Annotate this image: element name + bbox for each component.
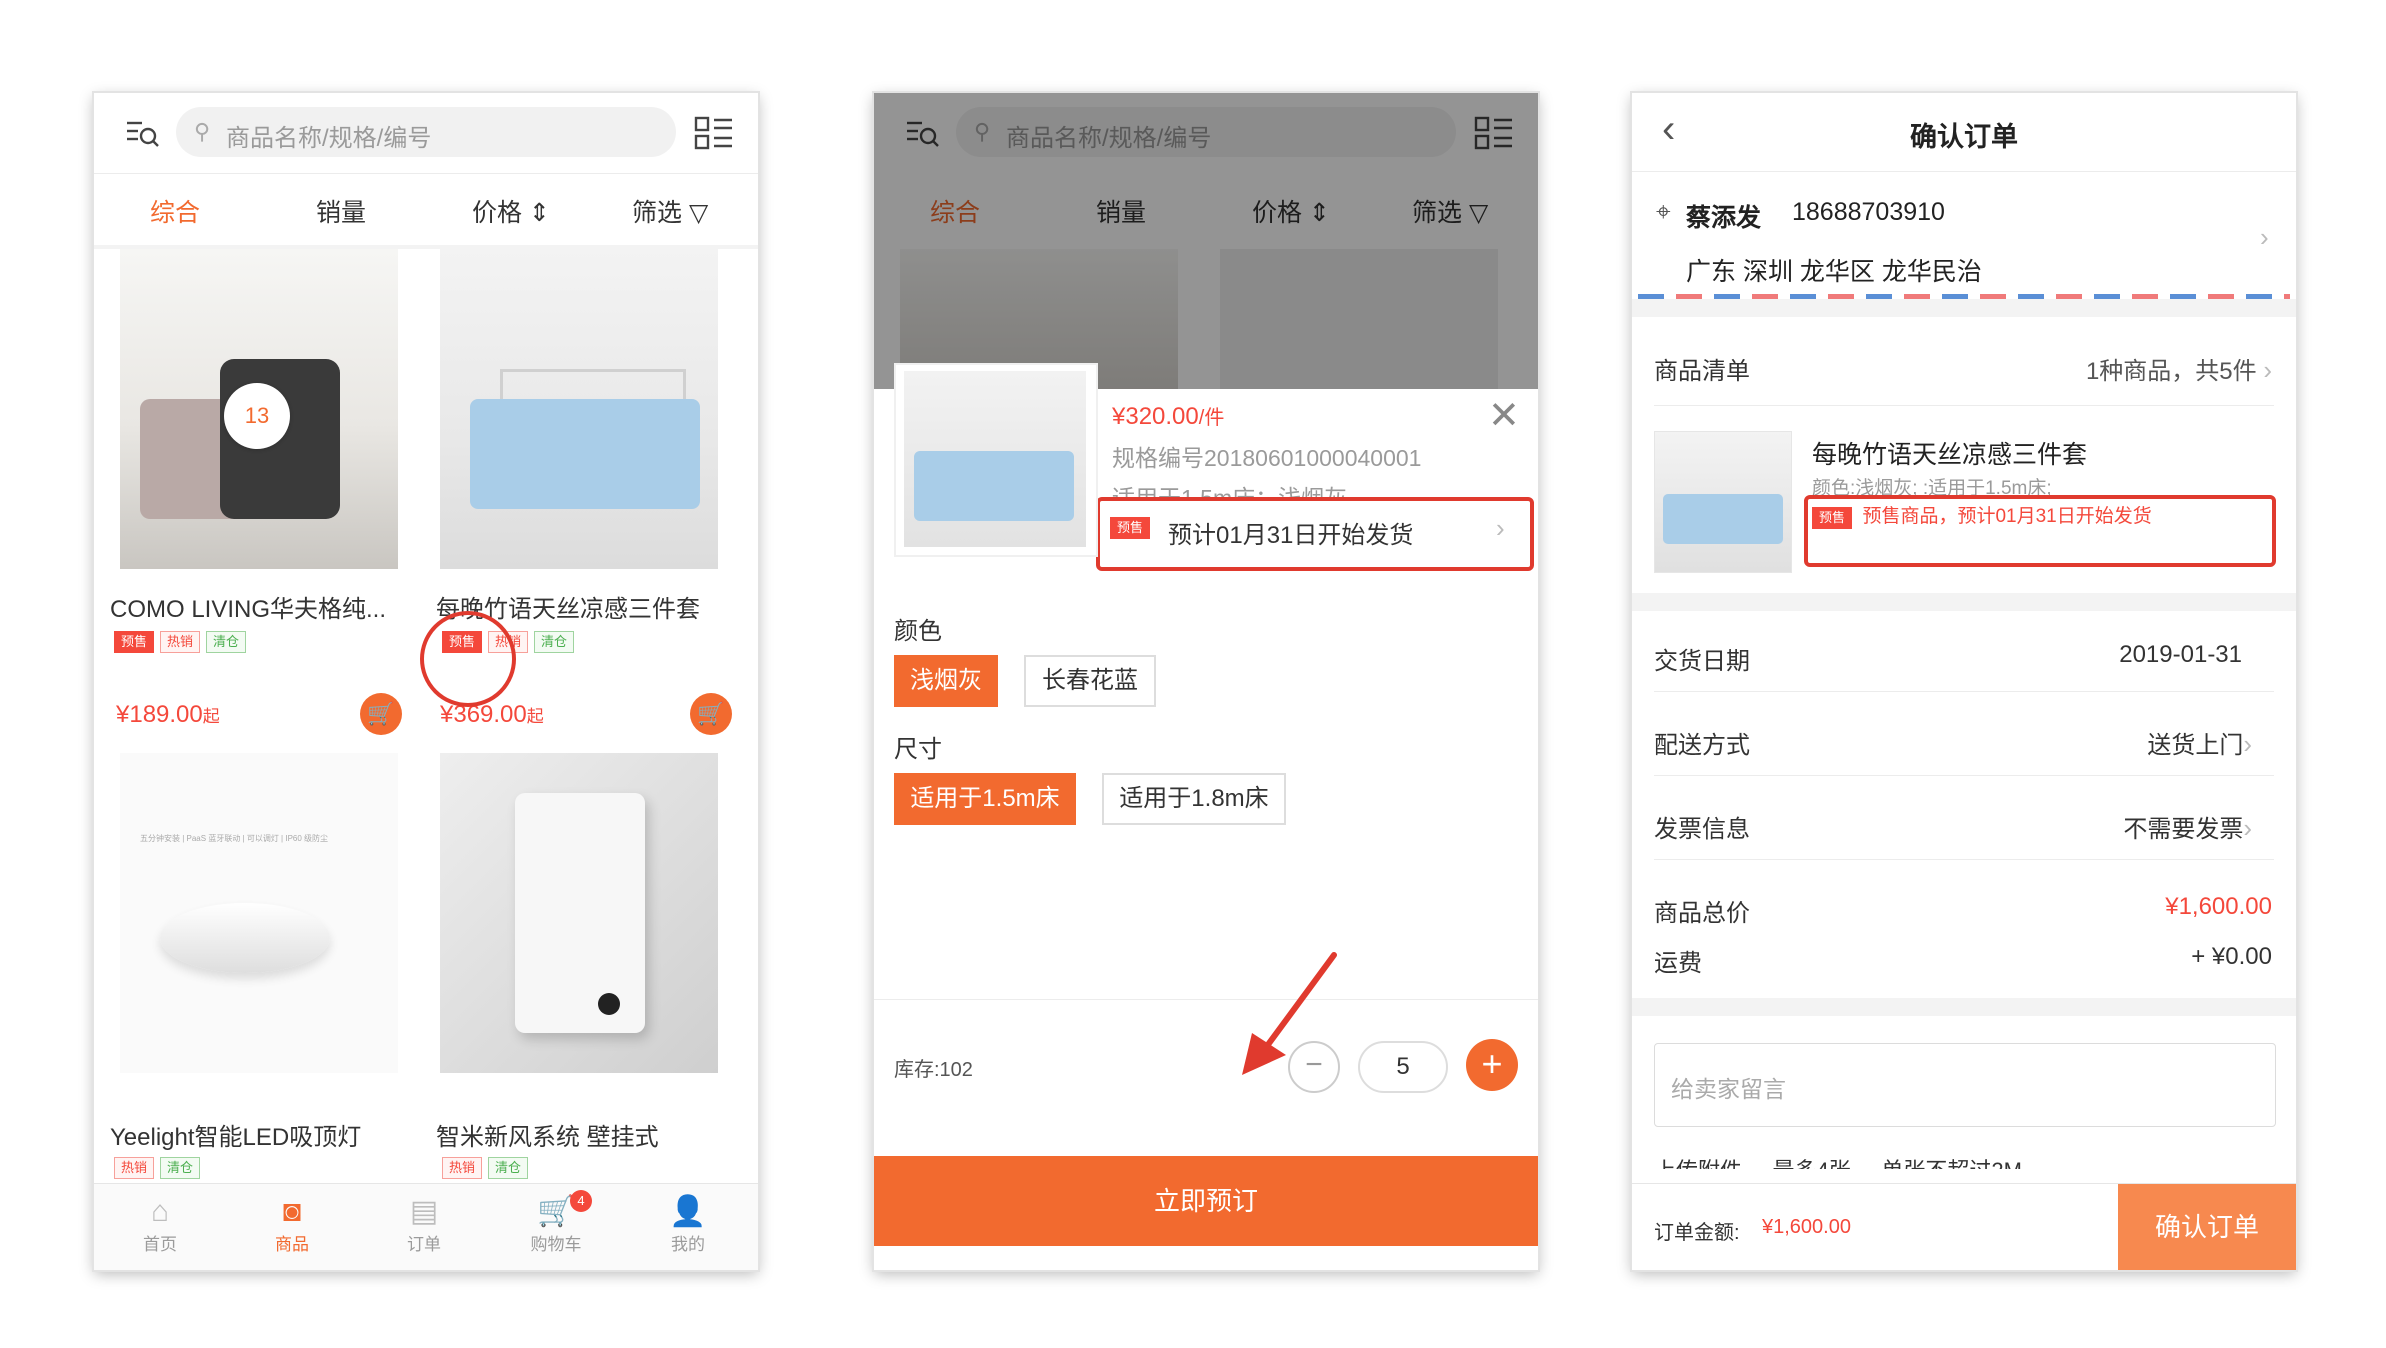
sku-code: 规格编号20180601000040001 <box>1112 445 1422 471</box>
product-card[interactable]: 每晚竹语天丝凉感三件套 预售 热销 清仓 ¥369.00起 🛒 <box>420 249 758 749</box>
product-title: COMO LIVING华夫格纯... <box>110 596 387 623</box>
order-amount-label: 订单金额: <box>1654 1222 1740 1244</box>
qty-plus-button[interactable]: + <box>1466 1039 1518 1091</box>
invoice-value[interactable]: 不需要发票› <box>1962 809 2252 844</box>
home-icon: ⌂ <box>150 1195 170 1228</box>
tab-comprehensive[interactable]: 综合 <box>150 193 200 229</box>
tab-sales[interactable]: 销量 <box>316 193 366 229</box>
chevron-right-icon: › <box>2243 729 2252 759</box>
qty-minus-button[interactable]: − <box>1288 1041 1340 1093</box>
order-product-title: 每晚竹语天丝凉感三件套 <box>1812 441 2088 469</box>
message-input[interactable]: 给卖家留言 <box>1654 1043 2276 1127</box>
product-image <box>440 249 718 569</box>
menu-search-icon[interactable] <box>124 115 160 151</box>
size-option-15m[interactable]: 适用于1.5m床 <box>894 773 1076 825</box>
confirm-order-screen: ‹ 确认订单 ⌖ 蔡添发 18688703910 广东 深圳 龙华区 龙华民治 … <box>1632 93 2296 1270</box>
nav-home[interactable]: ⌂ 首页 <box>94 1194 226 1255</box>
product-image: 五分钟安装 | PaaS 蓝牙联动 | 可以调灯 | IP60 级防尘 <box>120 753 398 1073</box>
product-tags: 热销 清仓 <box>442 1157 534 1179</box>
order-product-image <box>1654 431 1792 573</box>
receiver-name: 蔡添发 <box>1686 204 1762 232</box>
sku-sheet: ¥320.00/件 规格编号20180601000040001 适用于1.5m床… <box>874 363 1538 1270</box>
qty-input[interactable]: 5 <box>1358 1041 1448 1093</box>
product-price: ¥189.00起 <box>116 701 220 728</box>
delivery-date-label: 交货日期 <box>1654 648 1750 675</box>
product-card[interactable]: 13 COMO LIVING华夫格纯... 预售 热销 清仓 ¥189.00起 🛒 <box>94 249 424 749</box>
stock-text: 库存:102 <box>894 1059 973 1081</box>
size-option-18m[interactable]: 适用于1.8m床 <box>1102 773 1286 825</box>
sku-product-image <box>894 363 1098 557</box>
order-amount-value: ¥1,600.00 <box>1762 1216 1851 1238</box>
color-option-gray[interactable]: 浅烟灰 <box>894 655 998 707</box>
product-card[interactable]: 智米新风系统 壁挂式 热销 清仓 <box>426 753 758 1179</box>
presale-annotation <box>1096 497 1534 571</box>
delivery-date-value: 2019-01-31 <box>2119 641 2242 668</box>
product-card[interactable]: 五分钟安装 | PaaS 蓝牙联动 | 可以调灯 | IP60 级防尘 Yeel… <box>94 753 424 1179</box>
order-icon: ▤ <box>409 1195 439 1228</box>
preorder-button[interactable]: 立即预订 <box>874 1156 1538 1246</box>
goods-icon: ◙ <box>282 1195 302 1228</box>
goods-total-label: 商品总价 <box>1654 900 1750 927</box>
chevron-right-icon: › <box>2260 222 2269 252</box>
product-tags: 热销 清仓 <box>114 1157 206 1179</box>
close-icon[interactable]: ✕ <box>1488 397 1520 435</box>
color-label: 颜色 <box>894 618 942 645</box>
goods-total-value: ¥1,600.00 <box>2165 893 2272 920</box>
product-image: 13 <box>120 249 398 569</box>
product-image <box>440 753 718 1073</box>
product-title: 智米新风系统 壁挂式 <box>436 1124 659 1151</box>
freight-label: 运费 <box>1654 950 1702 977</box>
invoice-label: 发票信息 <box>1654 816 1750 843</box>
confirm-order-button[interactable]: 确认订单 <box>2118 1184 2296 1270</box>
shipping-method-label: 配送方式 <box>1654 732 1750 759</box>
freight-value: + ¥0.00 <box>2191 943 2272 970</box>
dim-overlay[interactable] <box>874 93 1538 389</box>
presale-tag-annotation <box>420 611 516 707</box>
bottom-nav: ⌂ 首页 ◙ 商品 ▤ 订单 🛒 购物车 4 👤 我的 <box>94 1183 758 1270</box>
search-placeholder: 商品名称/规格/编号 <box>226 125 432 152</box>
bottom-bar: 订单金额: ¥1,600.00 确认订单 <box>1632 1183 2296 1270</box>
search-icon: ⚲ <box>194 119 211 144</box>
tab-price[interactable]: 价格 ⇕ <box>472 193 550 229</box>
cart-count-badge: 4 <box>570 1190 592 1212</box>
attachment-hint: 上传附件 最多4张 单张不超过2M <box>1654 1153 2022 1169</box>
layout-toggle-icon[interactable] <box>694 115 734 156</box>
receiver-phone: 18688703910 <box>1792 198 1945 226</box>
sku-select-screen: ⚲ 商品名称/规格/编号 综合 销量 价格 ⇕ 筛选 ▽ ¥320.00/件 规… <box>874 93 1538 1270</box>
nav-orders[interactable]: ▤ 订单 <box>358 1194 490 1255</box>
nav-goods[interactable]: ◙ 商品 <box>226 1194 358 1255</box>
sku-price: ¥320.00/件 <box>1112 403 1225 430</box>
address-section[interactable]: ⌖ 蔡添发 18688703910 广东 深圳 龙华区 龙华民治 › <box>1632 172 2296 302</box>
size-label: 尺寸 <box>894 736 942 763</box>
receiver-address: 广东 深圳 龙华区 龙华民治 <box>1686 258 1982 286</box>
image-caption: 五分钟安装 | PaaS 蓝牙联动 | 可以调灯 | IP60 级防尘 <box>140 834 329 843</box>
nav-mine[interactable]: 👤 我的 <box>622 1194 754 1255</box>
cart-icon: 🛒 <box>537 1195 575 1228</box>
product-title: Yeelight智能LED吸顶灯 <box>110 1124 362 1151</box>
presale-annotation <box>1804 495 2276 567</box>
image-count-badge: 13 <box>224 383 290 449</box>
user-icon: 👤 <box>669 1195 707 1228</box>
tab-filter[interactable]: 筛选 ▽ <box>632 193 708 229</box>
chevron-right-icon: › <box>2263 355 2272 385</box>
color-option-blue[interactable]: 长春花蓝 <box>1024 655 1156 707</box>
product-tags: 预售 热销 清仓 <box>114 631 252 653</box>
chevron-right-icon: › <box>2243 813 2252 843</box>
add-to-cart-button[interactable]: 🛒 <box>360 693 402 735</box>
shipping-method-value[interactable]: 送货上门› <box>1962 725 2252 760</box>
product-list-screen: ⚲ 商品名称/规格/编号 综合 销量 价格 ⇕ 筛选 ▽ 13 COMO LIV… <box>94 93 758 1270</box>
location-icon: ⌖ <box>1656 196 1671 226</box>
search-input[interactable]: ⚲ 商品名称/规格/编号 <box>176 107 676 157</box>
add-to-cart-button[interactable]: 🛒 <box>690 693 732 735</box>
page-title: 确认订单 <box>1910 122 2018 152</box>
goods-list-summary[interactable]: 1种商品，共5件 › <box>2032 351 2272 386</box>
goods-list-label: 商品清单 <box>1654 358 1750 385</box>
nav-cart[interactable]: 🛒 购物车 4 <box>490 1190 622 1255</box>
